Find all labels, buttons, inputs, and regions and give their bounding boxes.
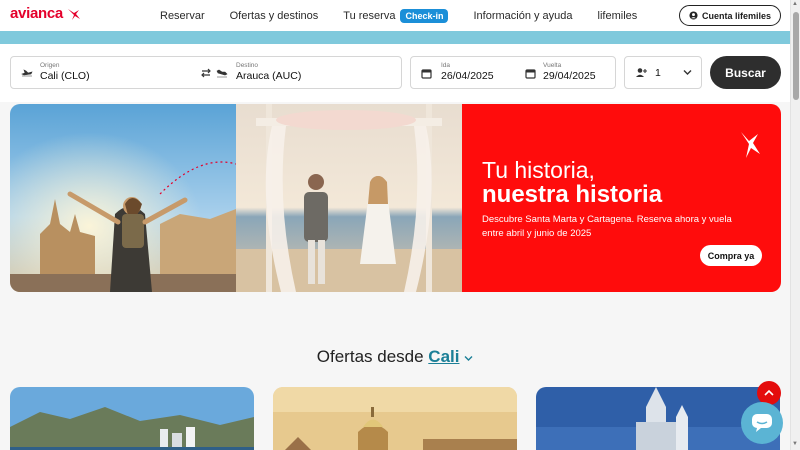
offers-title-prefix: Ofertas desde	[316, 347, 424, 366]
scrollbar-thumb[interactable]	[793, 12, 799, 100]
page: avianca Reservar Ofertas y destinos Tu r…	[0, 0, 800, 450]
promo-panel: Tu historia, nuestra historia Descubre S…	[462, 104, 781, 292]
promo-description: Descubre Santa Marta y Cartagena. Reserv…	[482, 214, 732, 239]
couple-beach-photo	[236, 104, 462, 292]
nav-informacion[interactable]: Información y ayuda	[473, 10, 572, 22]
depart-label: Ida	[441, 62, 451, 69]
chevron-down-icon	[683, 70, 692, 75]
origin-city-selector[interactable]: Cali	[428, 347, 459, 366]
decorative-band	[0, 31, 790, 44]
offers-heading: Ofertas desde Cali	[0, 347, 790, 367]
checkin-badge[interactable]: Check-in	[400, 8, 449, 23]
plane-takeoff-icon	[21, 69, 33, 77]
main-nav: Reservar Ofertas y destinos Tu reserva C…	[160, 0, 662, 31]
origin-label: Origen	[40, 62, 60, 69]
offer-card[interactable]	[273, 387, 517, 450]
offer-card-image	[10, 387, 254, 450]
scroll-up-arrow-icon[interactable]: ▲	[792, 1, 798, 7]
top-header: avianca Reservar Ofertas y destinos Tu r…	[0, 0, 790, 31]
passengers-selector[interactable]: 1	[624, 56, 702, 89]
traveler-photo	[10, 104, 236, 292]
depart-date-field[interactable]: Ida 26/04/2025	[441, 62, 494, 82]
nav-ofertas[interactable]: Ofertas y destinos	[230, 10, 319, 22]
depart-value: 26/04/2025	[441, 70, 494, 82]
calendar-icon	[525, 69, 536, 79]
offer-card[interactable]	[10, 387, 254, 450]
account-label: Cuenta lifemiles	[701, 10, 772, 21]
offer-card-image	[273, 387, 517, 450]
bird-logo-icon	[741, 132, 760, 158]
chevron-down-icon[interactable]	[464, 355, 473, 362]
brand-name: avianca	[10, 5, 63, 22]
hero-banner[interactable]: Tu historia, nuestra historia Descubre S…	[10, 104, 781, 292]
return-label: Vuelta	[543, 62, 562, 69]
page-scrollbar[interactable]: ▲ ▼	[790, 0, 800, 450]
return-value: 29/04/2025	[543, 70, 596, 82]
arrow-up-icon	[764, 389, 774, 396]
calendar-icon	[421, 69, 432, 79]
nav-lifemiles[interactable]: lifemiles	[598, 10, 638, 22]
promo-title-line2: nuestra historia	[482, 181, 663, 208]
search-button[interactable]: Buscar	[710, 56, 781, 89]
person-add-icon	[636, 68, 647, 77]
avianca-logo[interactable]: avianca	[10, 5, 82, 22]
flight-search-bar: Origen Cali (CLO) Destino Arauca (AUC) I…	[0, 44, 790, 102]
nav-tu-reserva[interactable]: Tu reserva Check-in	[343, 8, 449, 23]
user-icon	[689, 11, 698, 20]
origin-value: Cali (CLO)	[40, 70, 90, 82]
destination-value: Arauca (AUC)	[236, 70, 302, 82]
account-button[interactable]: Cuenta lifemiles	[679, 5, 781, 26]
origin-field[interactable]: Origen Cali (CLO)	[40, 62, 90, 82]
dates-box: Ida 26/04/2025 Vuelta 29/04/2025	[410, 56, 616, 89]
nav-reservar[interactable]: Reservar	[160, 10, 205, 22]
swap-icon[interactable]	[200, 67, 212, 79]
return-date-field[interactable]: Vuelta 29/04/2025	[543, 62, 596, 82]
destination-field[interactable]: Destino Arauca (AUC)	[236, 62, 301, 82]
destination-label: Destino	[236, 62, 259, 69]
chat-icon	[752, 414, 772, 432]
promo-title-line1: Tu historia,	[482, 157, 595, 183]
buy-now-button[interactable]: Compra ya	[700, 245, 762, 266]
passengers-value: 1	[655, 67, 661, 79]
route-box: Origen Cali (CLO) Destino Arauca (AUC)	[10, 56, 402, 89]
bird-logo-icon	[67, 8, 80, 20]
plane-landing-icon	[216, 69, 228, 78]
chat-button[interactable]	[741, 402, 783, 444]
scroll-down-arrow-icon[interactable]: ▼	[792, 441, 798, 447]
